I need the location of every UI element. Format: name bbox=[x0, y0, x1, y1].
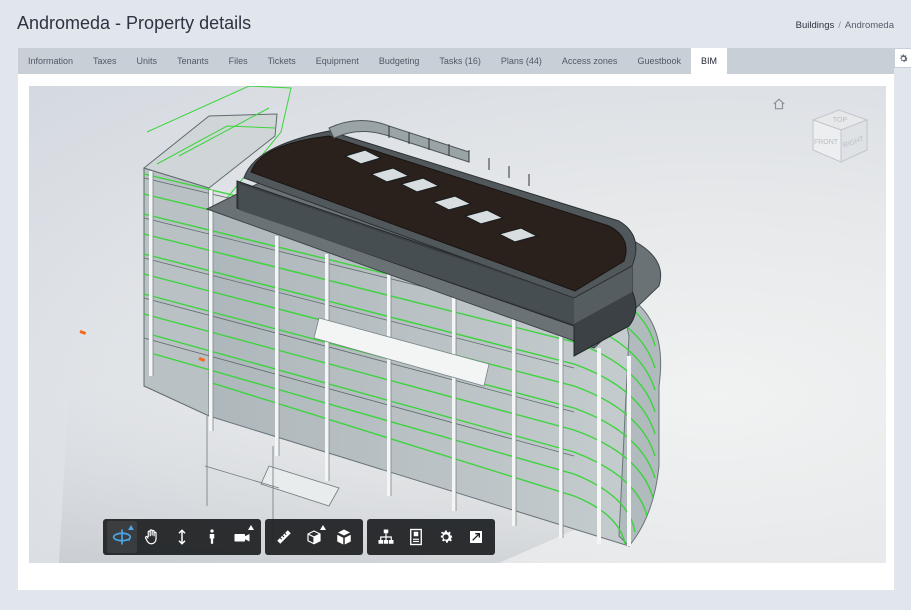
camera-icon bbox=[234, 534, 250, 542]
viewcube-icon[interactable]: TOP FRONT RIGHT bbox=[809, 98, 873, 170]
properties-button[interactable] bbox=[401, 521, 431, 553]
viewcube-top-label: TOP bbox=[833, 117, 848, 124]
submenu-indicator-icon bbox=[248, 525, 254, 530]
viewcube-front-label: FRONT bbox=[814, 139, 839, 146]
page-title: Andromeda - Property details bbox=[17, 13, 252, 33]
section-box-icon bbox=[307, 530, 321, 545]
tab-files[interactable]: Files bbox=[219, 48, 258, 74]
tab-budgeting[interactable]: Budgeting bbox=[369, 48, 430, 74]
breadcrumb: Buildings / Andromeda bbox=[796, 20, 894, 31]
tab-units[interactable]: Units bbox=[127, 48, 168, 74]
explode-model-button[interactable] bbox=[329, 521, 359, 553]
viewer-toolbar bbox=[103, 519, 495, 555]
extension-tools-group bbox=[367, 519, 495, 555]
zoom-icon bbox=[178, 529, 186, 545]
fullscreen-button[interactable] bbox=[461, 521, 491, 553]
navigation-tools-group bbox=[103, 519, 261, 555]
tab-taxes[interactable]: Taxes bbox=[83, 48, 127, 74]
first-person-button[interactable] bbox=[197, 521, 227, 553]
breadcrumb-buildings-link[interactable]: Buildings bbox=[796, 20, 835, 31]
page-settings-button[interactable] bbox=[894, 48, 911, 68]
tab-equipment[interactable]: Equipment bbox=[306, 48, 369, 74]
breadcrumb-current: Andromeda bbox=[844, 20, 894, 31]
submenu-indicator-icon bbox=[128, 525, 134, 530]
pan-hand-icon bbox=[144, 529, 157, 545]
orbit-button[interactable] bbox=[107, 521, 137, 553]
tab-guestbook[interactable]: Guestbook bbox=[627, 48, 691, 74]
tab-bim[interactable]: BIM bbox=[690, 48, 727, 74]
home-view-icon[interactable] bbox=[772, 97, 786, 111]
tab-tickets[interactable]: Tickets bbox=[258, 48, 306, 74]
submenu-indicator-icon bbox=[320, 525, 326, 530]
settings-gear-icon bbox=[440, 530, 454, 543]
properties-icon bbox=[410, 528, 422, 546]
breadcrumb-separator: / bbox=[838, 20, 841, 31]
camera-button[interactable] bbox=[227, 521, 257, 553]
orbit-icon bbox=[112, 529, 132, 545]
tab-plans[interactable]: Plans (44) bbox=[491, 48, 552, 74]
bim-3d-viewer[interactable]: TOP FRONT RIGHT bbox=[29, 86, 886, 563]
tab-information[interactable]: Information bbox=[18, 48, 83, 74]
tab-tasks[interactable]: Tasks (16) bbox=[429, 48, 491, 74]
viewer-settings-button[interactable] bbox=[431, 521, 461, 553]
measure-ruler-icon bbox=[277, 530, 291, 544]
zoom-button[interactable] bbox=[167, 521, 197, 553]
pan-button[interactable] bbox=[137, 521, 167, 553]
explode-model-icon bbox=[337, 529, 351, 545]
tab-bar: Information Taxes Units Tenants Files Ti… bbox=[18, 48, 894, 74]
fullscreen-icon bbox=[470, 531, 482, 543]
tab-tenants[interactable]: Tenants bbox=[167, 48, 219, 74]
bim-panel: TOP FRONT RIGHT bbox=[18, 74, 894, 590]
model-marker bbox=[79, 330, 87, 335]
first-person-icon bbox=[209, 529, 215, 544]
section-box-button[interactable] bbox=[299, 521, 329, 553]
measure-button[interactable] bbox=[269, 521, 299, 553]
model-browser-button[interactable] bbox=[371, 521, 401, 553]
building-3d-model[interactable] bbox=[29, 86, 886, 563]
tab-access-zones[interactable]: Access zones bbox=[552, 48, 628, 74]
gear-icon bbox=[899, 54, 908, 62]
model-browser-icon bbox=[378, 529, 394, 544]
model-tools-group bbox=[265, 519, 363, 555]
